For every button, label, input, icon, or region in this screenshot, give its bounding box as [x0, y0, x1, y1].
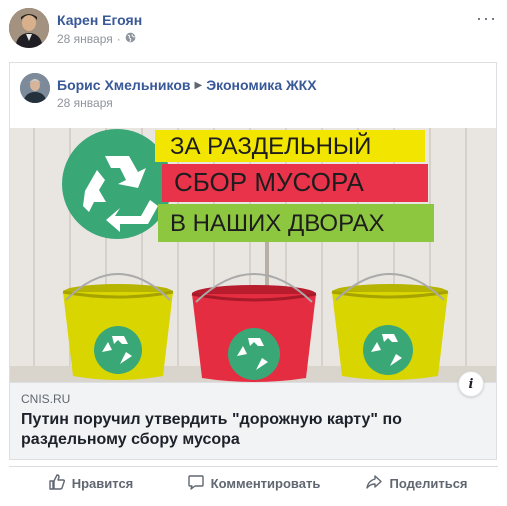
shared-header: Борис Хмельников ▶ Экономика ЖКХ — [57, 77, 317, 93]
shared-post-card: Борис Хмельников ▶ Экономика ЖКХ 28 янва… — [9, 62, 497, 460]
post-meta: 28 января · — [57, 32, 136, 46]
info-icon[interactable]: i — [458, 371, 484, 397]
post-author-name[interactable]: Карен Егоян — [57, 12, 142, 28]
link-domain: CNIS.RU — [21, 392, 71, 406]
link-title[interactable]: Путин поручил утвердить "дорожную карту"… — [21, 410, 461, 450]
shared-author-name[interactable]: Борис Хмельников — [57, 77, 190, 93]
like-label: Нравится — [71, 475, 134, 491]
comment-button[interactable]: Комментировать — [172, 468, 335, 498]
facebook-post: Карен Егоян 28 января · ··· Борис Хмельн… — [0, 0, 507, 506]
shared-author-avatar[interactable] — [20, 73, 50, 103]
actions-divider — [9, 466, 498, 467]
comment-icon — [187, 473, 205, 494]
shared-date[interactable]: 28 января — [57, 96, 113, 110]
link-preview-image[interactable]: ЗА РАЗДЕЛЬНЫЙ СБОР МУСОРА В НАШИХ ДВОРАХ — [10, 128, 496, 382]
arrow-right-icon: ▶ — [194, 79, 203, 91]
share-label: Поделиться — [389, 475, 468, 491]
post-date[interactable]: 28 января — [57, 32, 113, 46]
shared-group-name[interactable]: Экономика ЖКХ — [206, 77, 316, 93]
banner-line-1: ЗА РАЗДЕЛЬНЫЙ — [170, 132, 371, 160]
meta-separator: · — [116, 32, 121, 46]
like-button[interactable]: Нравится — [9, 468, 172, 498]
globe-icon[interactable] — [125, 32, 136, 46]
author-avatar[interactable] — [9, 8, 49, 48]
post-actions-bar: Нравится Комментировать Поделиться — [9, 468, 498, 498]
banner-line-2: СБОР МУСОРА — [174, 167, 365, 197]
link-preview-footer[interactable]: i CNIS.RU Путин поручил утвердить "дорож… — [10, 371, 496, 459]
share-arrow-icon — [365, 473, 383, 494]
thumbs-up-icon — [48, 473, 66, 494]
banner-line-3: В НАШИХ ДВОРАХ — [170, 210, 385, 237]
more-options-button[interactable]: ··· — [476, 8, 497, 29]
comment-label: Комментировать — [210, 475, 321, 491]
share-button[interactable]: Поделиться — [335, 468, 498, 498]
more-horizontal-icon: ··· — [476, 8, 497, 28]
